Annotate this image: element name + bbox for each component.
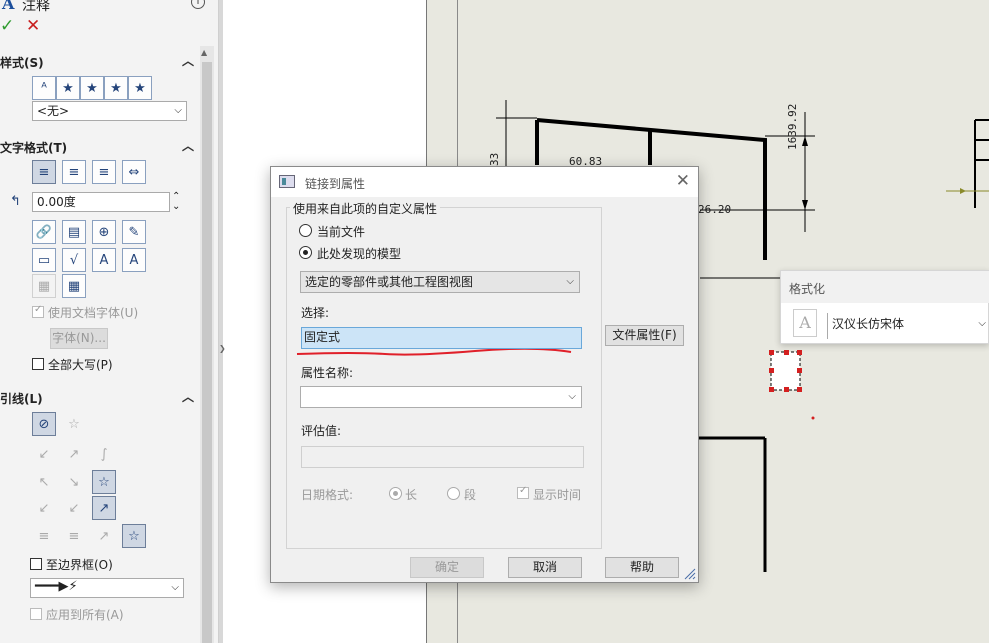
source-combo[interactable]: 选定的零部件或其他工程图视图 ⌵ (300, 271, 580, 293)
radio-model[interactable] (299, 246, 312, 259)
select-label: 选择: (301, 306, 330, 320)
dialog-app-icon (279, 175, 295, 188)
radio-current-file[interactable] (299, 224, 312, 237)
resize-grip-icon[interactable] (684, 568, 696, 580)
font-name: 汉仪长仿宋体 (832, 317, 905, 331)
show-time-checkbox[interactable] (517, 485, 529, 499)
radio-date-short[interactable] (447, 487, 460, 500)
link-to-property-dialog: 链接到属性 ✕ 使用来自此项的自定义属性 当前文件 此处发现的模型 选定的零部件… (270, 166, 699, 583)
radio-current-file-label: 当前文件 (317, 225, 366, 239)
font-selector[interactable]: 汉仪长仿宋体 ⌵ (827, 313, 989, 339)
dimension-label[interactable]: 33 (488, 153, 501, 166)
evaluated-value-field (301, 446, 584, 468)
property-name-label: 属性名称: (301, 366, 354, 380)
radio-date-short-label: 段 (464, 488, 477, 502)
chevron-down-icon: ⌵ (568, 391, 576, 402)
ok-dialog-button[interactable]: 确定 (410, 557, 484, 578)
select-value: 固定式 (304, 330, 341, 344)
cancel-dialog-button[interactable]: 取消 (508, 557, 582, 578)
radio-date-long-label: 长 (405, 488, 418, 502)
format-toolbar-title: 格式化 (781, 271, 989, 303)
format-toolbar: 格式化 A 汉仪长仿宋体 ⌵ (780, 270, 989, 344)
property-name-combo[interactable]: ⌵ (300, 386, 582, 408)
show-time-label: 显示时间 (533, 488, 582, 502)
date-format-label: 日期格式: (301, 488, 354, 502)
chevron-down-icon: ⌵ (978, 318, 986, 329)
dialog-title: 链接到属性 (305, 177, 366, 191)
chevron-down-icon: ⌵ (566, 276, 574, 287)
red-annotation-underline (296, 349, 572, 356)
help-button[interactable]: 帮助 (605, 557, 679, 578)
dimension-label[interactable]: 26.20 (698, 203, 731, 216)
close-icon[interactable]: ✕ (676, 171, 690, 191)
radio-model-label: 此处发现的模型 (317, 247, 402, 261)
file-properties-button[interactable]: 文件属性(F) (605, 325, 684, 346)
evaluated-value-label: 评估值: (301, 424, 342, 438)
dimension-label[interactable]: 1639.92 (786, 104, 799, 150)
font-icon: A (793, 309, 817, 337)
dimension-label-text: 33 (488, 152, 501, 166)
dimension-label-text: 1639.92 (786, 103, 799, 150)
radio-date-long[interactable] (389, 487, 402, 500)
source-combo-value: 选定的零部件或其他工程图视图 (305, 275, 474, 289)
select-input[interactable]: 固定式 (301, 327, 582, 349)
group-label: 使用来自此项的自定义属性 (290, 200, 441, 217)
dialog-titlebar[interactable]: 链接到属性 ✕ (271, 167, 698, 197)
